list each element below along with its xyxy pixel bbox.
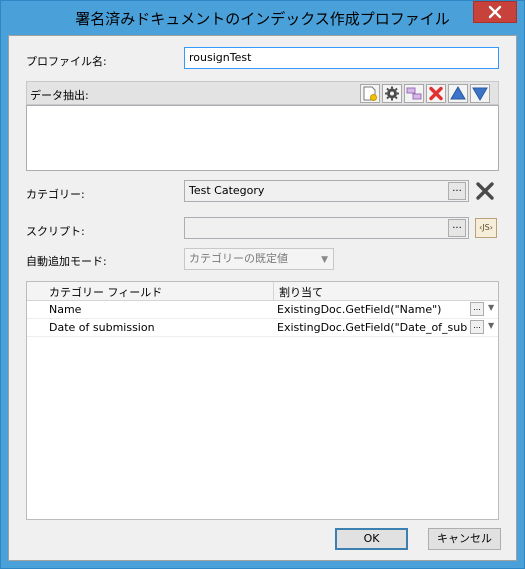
script-field bbox=[184, 217, 469, 239]
settings-button[interactable] bbox=[382, 84, 402, 103]
profile-name-label: プロファイル名: bbox=[26, 55, 107, 68]
close-button[interactable] bbox=[473, 1, 517, 23]
script-browse-button[interactable]: ... bbox=[448, 219, 466, 237]
category-label: カテゴリー: bbox=[26, 188, 85, 201]
gear-icon bbox=[382, 84, 402, 103]
delete-icon bbox=[426, 84, 446, 103]
row-assignment[interactable]: ExistingDoc.GetField("Name") bbox=[277, 303, 467, 316]
category-field: Test Category bbox=[184, 180, 469, 202]
script-label: スクリプト: bbox=[26, 225, 85, 238]
move-down-button[interactable] bbox=[470, 84, 490, 103]
title-bar[interactable]: 署名済みドキュメントのインデックス作成プロファイル bbox=[1, 1, 524, 35]
table-row[interactable]: Date of submission ExistingDoc.GetField(… bbox=[27, 319, 498, 337]
data-extraction-bar: データ抽出: bbox=[26, 81, 499, 105]
field-mapping-grid[interactable]: カテゴリー フィールド 割り当て Name ExistingDoc.GetFie… bbox=[26, 281, 499, 520]
mapping-icon bbox=[404, 84, 424, 103]
dropdown-arrow-icon[interactable]: ▼ bbox=[488, 321, 494, 330]
dialog-client: プロファイル名: rousignTest データ抽出: カテゴリー: Test … bbox=[8, 35, 517, 561]
new-document-button[interactable] bbox=[360, 84, 380, 103]
row-assignment[interactable]: ExistingDoc.GetField("Date_of_submission… bbox=[277, 321, 467, 334]
row-browse-button[interactable]: ... bbox=[470, 302, 484, 316]
chevron-down-icon: ▼ bbox=[321, 255, 328, 265]
ok-button[interactable]: OK bbox=[335, 528, 408, 550]
move-up-icon bbox=[448, 84, 468, 103]
dropdown-arrow-icon[interactable]: ▼ bbox=[488, 303, 494, 312]
column-header-category-field[interactable]: カテゴリー フィールド bbox=[49, 284, 162, 300]
delete-button[interactable] bbox=[426, 84, 446, 103]
clear-icon bbox=[476, 182, 494, 200]
row-field-name: Date of submission bbox=[49, 321, 155, 334]
close-icon bbox=[488, 5, 502, 19]
category-browse-button[interactable]: ... bbox=[448, 182, 466, 200]
column-divider bbox=[273, 282, 274, 300]
grid-header: カテゴリー フィールド 割り当て bbox=[27, 282, 498, 301]
cancel-button[interactable]: キャンセル bbox=[428, 528, 501, 550]
row-browse-button[interactable]: ... bbox=[470, 320, 484, 334]
column-header-assignment[interactable]: 割り当て bbox=[279, 284, 323, 300]
data-extraction-label: データ抽出: bbox=[30, 89, 89, 102]
profile-name-input[interactable]: rousignTest bbox=[184, 47, 499, 69]
new-document-icon bbox=[360, 84, 380, 103]
dialog-window: 署名済みドキュメントのインデックス作成プロファイル プロファイル名: rousi… bbox=[0, 0, 525, 569]
auto-add-mode-select: カテゴリーの既定値 ▼ bbox=[184, 248, 334, 270]
move-up-button[interactable] bbox=[448, 84, 468, 103]
clear-category-button[interactable] bbox=[475, 181, 495, 201]
table-row[interactable]: Name ExistingDoc.GetField("Name") ... ▼ bbox=[27, 301, 498, 319]
move-down-icon bbox=[470, 84, 490, 103]
mapping-button[interactable] bbox=[404, 84, 424, 103]
javascript-editor-button[interactable]: ‹JS› bbox=[475, 218, 497, 238]
auto-add-mode-label: 自動追加モード: bbox=[26, 255, 107, 268]
data-extraction-list[interactable] bbox=[26, 105, 499, 171]
javascript-icon: ‹JS› bbox=[479, 223, 493, 232]
window-title: 署名済みドキュメントのインデックス作成プロファイル bbox=[75, 10, 450, 28]
row-field-name: Name bbox=[49, 303, 82, 316]
